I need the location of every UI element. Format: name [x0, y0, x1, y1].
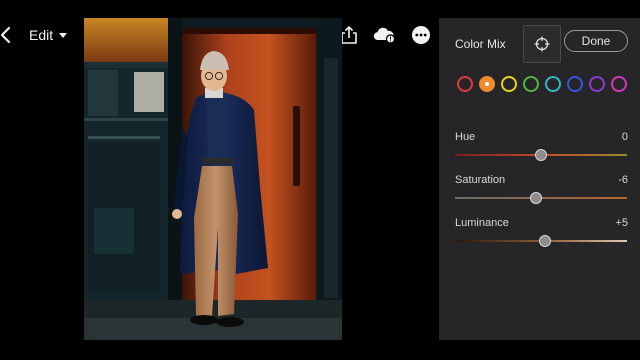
luminance-value: +5	[615, 217, 628, 229]
target-adjust-button[interactable]	[523, 25, 561, 63]
share-icon[interactable]	[339, 25, 359, 45]
color-mix-panel: Color Mix Done Hue 0 Saturation -6 Lumin…	[439, 18, 640, 340]
swatch-purple[interactable]	[589, 76, 605, 92]
done-button[interactable]: Done	[564, 30, 628, 52]
caret-down-icon	[59, 32, 68, 38]
luminance-knob[interactable]	[539, 235, 552, 247]
hue-knob[interactable]	[535, 149, 547, 161]
photo-preview	[84, 18, 342, 340]
panel-title: Color Mix	[455, 37, 506, 51]
saturation-label: Saturation	[455, 174, 506, 186]
swatch-yellow[interactable]	[501, 76, 517, 92]
swatch-aqua[interactable]	[545, 76, 561, 92]
saturation-value: -6	[618, 174, 628, 186]
chevron-left-icon[interactable]	[0, 26, 14, 44]
target-adjust-icon	[534, 36, 550, 52]
swatch-green[interactable]	[523, 76, 539, 92]
edit-label: Edit	[29, 27, 54, 43]
cloud-sync-icon[interactable]	[372, 25, 396, 45]
swatch-red[interactable]	[457, 76, 473, 92]
app-screen: Edit Color Mix Done Hue 0 Saturation -6 …	[0, 0, 640, 360]
selected-dot	[485, 82, 489, 86]
swatch-orange[interactable]	[479, 76, 495, 92]
swatch-blue[interactable]	[567, 76, 583, 92]
luminance-label: Luminance	[455, 217, 509, 229]
more-icon[interactable]	[411, 25, 431, 45]
swatch-magenta[interactable]	[611, 76, 627, 92]
saturation-knob[interactable]	[529, 192, 542, 204]
hue-label: Hue	[455, 131, 476, 143]
edit-menu[interactable]: Edit	[29, 27, 68, 43]
color-swatches	[457, 76, 637, 94]
hue-value: 0	[621, 131, 628, 143]
